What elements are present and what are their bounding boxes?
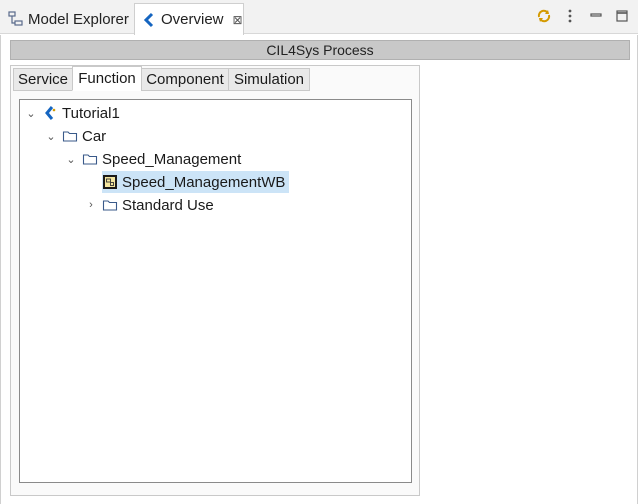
capella-icon: [141, 12, 157, 28]
tab-simulation-label: Simulation: [233, 71, 305, 88]
tab-service[interactable]: Service: [13, 68, 73, 91]
process-title-bar: CIL4Sys Process: [10, 40, 630, 60]
close-icon[interactable]: ⊠: [233, 13, 243, 27]
process-title: CIL4Sys Process: [266, 42, 374, 58]
chevron-right-icon[interactable]: ›: [84, 194, 98, 216]
tab-component-label: Component: [146, 71, 224, 88]
chevron-down-icon[interactable]: ⌄: [64, 148, 78, 170]
tree-node-label: Standard Use: [122, 196, 214, 214]
chevron-down-icon[interactable]: ⌄: [24, 102, 38, 124]
folder-icon: [102, 197, 118, 213]
tab-simulation[interactable]: Simulation: [228, 68, 310, 91]
tree-node-standard-use[interactable]: › Standard Use: [84, 194, 214, 216]
tree-node-label: Car: [82, 127, 107, 145]
sync-icon[interactable]: [536, 8, 552, 24]
workbench-icon: [102, 174, 118, 190]
maximize-icon[interactable]: [614, 8, 630, 24]
folder-icon: [82, 151, 98, 167]
tree-node-label: Speed_ManagementWB: [122, 173, 286, 191]
tab-service-label: Service: [17, 71, 69, 88]
tree-node-speed-management-wb[interactable]: Speed_ManagementWB: [102, 171, 290, 193]
tree-node-label: Speed_Management: [102, 150, 242, 168]
tab-model-explorer[interactable]: Model Explorer: [2, 4, 132, 34]
tab-overview-label: Overview: [161, 11, 224, 28]
minimize-icon[interactable]: [588, 8, 604, 24]
tree-node-label: Tutorial1: [62, 104, 120, 122]
tab-overview[interactable]: Overview ⊠: [134, 3, 244, 35]
overview-panel: CIL4Sys Process Service Function Compone…: [0, 35, 638, 504]
editor-tabs: Service Function Component Simulation: [13, 66, 310, 92]
tree-node-speed-management[interactable]: ⌄ Speed_Management: [64, 148, 241, 170]
function-tree[interactable]: ⌄ Tutorial1 ⌄ Car ⌄ Speed_Management Spe…: [19, 99, 412, 483]
tree-node-car[interactable]: ⌄ Car: [44, 125, 106, 147]
chevron-down-icon[interactable]: ⌄: [44, 125, 58, 147]
view-toolbar: [536, 8, 630, 24]
tab-function-label: Function: [78, 70, 136, 87]
editor-frame: Service Function Component Simulation ⌄: [10, 65, 420, 496]
folder-icon: [62, 128, 78, 144]
tab-component[interactable]: Component: [141, 68, 229, 91]
tree-node-tutorial1[interactable]: ⌄ Tutorial1: [24, 102, 120, 124]
tab-model-explorer-label: Model Explorer: [28, 10, 129, 28]
view-tab-bar: Model Explorer Overview ⊠: [0, 0, 638, 35]
tab-function[interactable]: Function: [72, 66, 142, 91]
model-explorer-icon: [8, 11, 24, 27]
kebab-menu-icon[interactable]: [562, 8, 578, 24]
capella-project-icon: [42, 105, 58, 121]
